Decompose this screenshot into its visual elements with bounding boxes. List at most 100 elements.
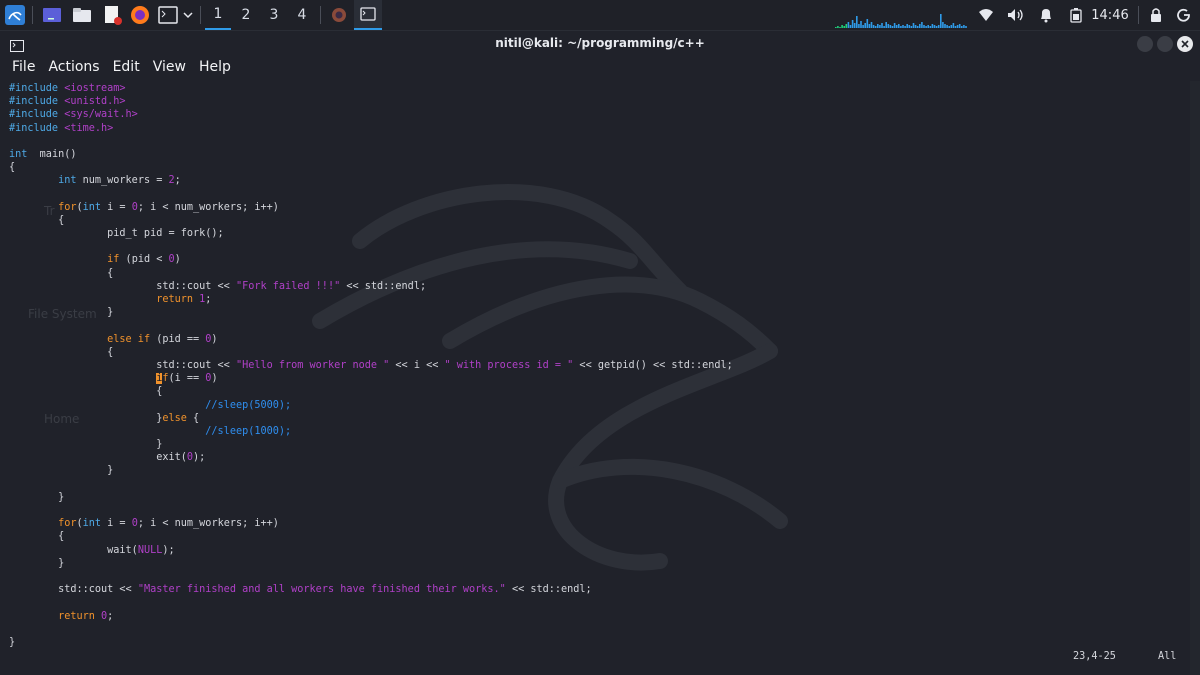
code-token: ): [174, 254, 181, 266]
cpu-graph-bar: [858, 24, 860, 28]
menu-help[interactable]: Help: [193, 57, 237, 81]
code-token: (pid <: [119, 254, 169, 266]
code-token: if: [107, 254, 120, 266]
code-token: }: [9, 557, 65, 569]
taskbar-terminal-icon[interactable]: [354, 0, 382, 30]
desktop-icon[interactable]: [40, 0, 64, 30]
code-token: pid_t pid = fork();: [9, 228, 224, 240]
cpu-graph-bar: [843, 26, 845, 28]
code-token: int: [82, 201, 102, 213]
cpu-graph-bar: [900, 26, 902, 28]
code-token: int: [58, 175, 77, 187]
code-token: {: [9, 346, 114, 358]
code-token: {: [9, 214, 65, 226]
code-token: "Master finished and all workers have fi…: [137, 584, 506, 596]
code-token: }: [9, 636, 16, 648]
code-token: ;: [174, 175, 181, 187]
code-token: else if: [107, 333, 151, 345]
code-token: std::cout <<: [9, 359, 236, 371]
menu-actions[interactable]: Actions: [42, 57, 105, 81]
code-line: }: [9, 491, 733, 504]
cpu-graph-bar: [845, 24, 848, 28]
code-line: }: [9, 557, 733, 570]
cpu-graph-bar: [864, 23, 866, 28]
code-line: {: [9, 161, 733, 174]
vim-editor-buffer[interactable]: #include <iostream> #include <unistd.h> #i…: [9, 82, 733, 649]
code-token: <unistd.h>: [64, 96, 126, 108]
notification-bell-icon[interactable]: [1036, 0, 1056, 30]
code-line: #include <iostream>: [9, 82, 733, 95]
cpu-graph-bar: [929, 26, 932, 28]
cpu-graph: [835, 0, 970, 30]
code-token: ; i < num_workers; i++): [137, 201, 279, 213]
workspace-3[interactable]: 3: [261, 0, 287, 30]
workspace-1[interactable]: 1: [205, 0, 231, 30]
close-button[interactable]: [1177, 36, 1193, 52]
code-line: for(int i = 0; i < num_workers; i++): [9, 201, 733, 214]
cpu-graph-bar: [961, 26, 963, 28]
cpu-graph-bar: [851, 20, 854, 28]
menu-edit[interactable]: Edit: [107, 57, 146, 81]
code-line: std::cout << "Master finished and all wo…: [9, 583, 733, 596]
power-icon[interactable]: [1174, 0, 1194, 30]
chevron-down-icon[interactable]: [180, 0, 196, 30]
workspace-2[interactable]: 2: [233, 0, 259, 30]
code-token: << i <<: [389, 359, 445, 371]
cursor-position: 23,4-25: [1073, 651, 1116, 662]
firefox-icon[interactable]: [128, 0, 152, 30]
minimize-button[interactable]: [1137, 36, 1153, 52]
code-token: {: [9, 267, 114, 279]
code-token: return: [156, 294, 194, 305]
workspace-4[interactable]: 4: [289, 0, 315, 30]
code-token: <time.h>: [64, 122, 114, 134]
kali-menu-icon[interactable]: [2, 0, 28, 30]
cpu-graph-bar: [935, 26, 938, 28]
cpu-graph-bar: [942, 22, 944, 28]
cpu-graph-bar: [877, 24, 879, 28]
menu-file[interactable]: File: [6, 57, 41, 81]
code-token: ): [211, 333, 218, 345]
terminal-icon[interactable]: [156, 0, 180, 30]
cpu-graph-bar: [837, 26, 839, 28]
code-line: }: [9, 438, 733, 451]
clock[interactable]: 14:46: [1090, 0, 1130, 30]
code-token: std::cout <<: [9, 584, 138, 596]
lock-icon[interactable]: [1146, 0, 1166, 30]
cpu-graph-bar: [874, 26, 877, 28]
window-titlebar[interactable]: nitil@kali: ~/programming/c++: [0, 31, 1200, 57]
code-line: }: [9, 636, 733, 649]
file-manager-icon[interactable]: [70, 0, 94, 30]
wifi-icon[interactable]: [976, 0, 996, 30]
volume-icon[interactable]: [1006, 0, 1026, 30]
cpu-graph-bar: [919, 24, 921, 28]
scrollbar[interactable]: [1190, 81, 1200, 675]
maximize-button[interactable]: [1157, 36, 1173, 52]
code-line: int main(): [9, 148, 733, 161]
code-line: //sleep(1000);: [9, 425, 733, 438]
taskbar-firefox-icon[interactable]: [326, 0, 352, 30]
code-token: #include: [9, 83, 65, 94]
code-line: //sleep(5000);: [9, 399, 733, 412]
cpu-graph-bar: [862, 25, 864, 28]
cpu-graph-bar: [906, 24, 908, 28]
cpu-graph-bar: [853, 23, 856, 28]
cpu-graph-bar: [879, 25, 881, 28]
cpu-graph-bar: [856, 16, 858, 28]
code-token: int: [9, 148, 28, 160]
menu-view[interactable]: View: [147, 57, 192, 81]
cpu-graph-bar: [883, 26, 885, 28]
code-token: else: [162, 412, 187, 424]
battery-icon[interactable]: [1066, 0, 1086, 30]
code-token: << std::endl;: [340, 280, 427, 292]
code-line: #include <sys/wait.h>: [9, 108, 733, 121]
code-token: );: [193, 452, 206, 464]
cpu-graph-bar: [870, 22, 873, 28]
code-token: "Fork failed !!!": [235, 280, 341, 292]
code-line: exit(0);: [9, 451, 733, 464]
code-token: main(): [27, 148, 77, 160]
text-editor-icon[interactable]: [100, 0, 124, 30]
terminal-window: Tr File System Home nitil@kali: ~/progra…: [0, 31, 1200, 675]
